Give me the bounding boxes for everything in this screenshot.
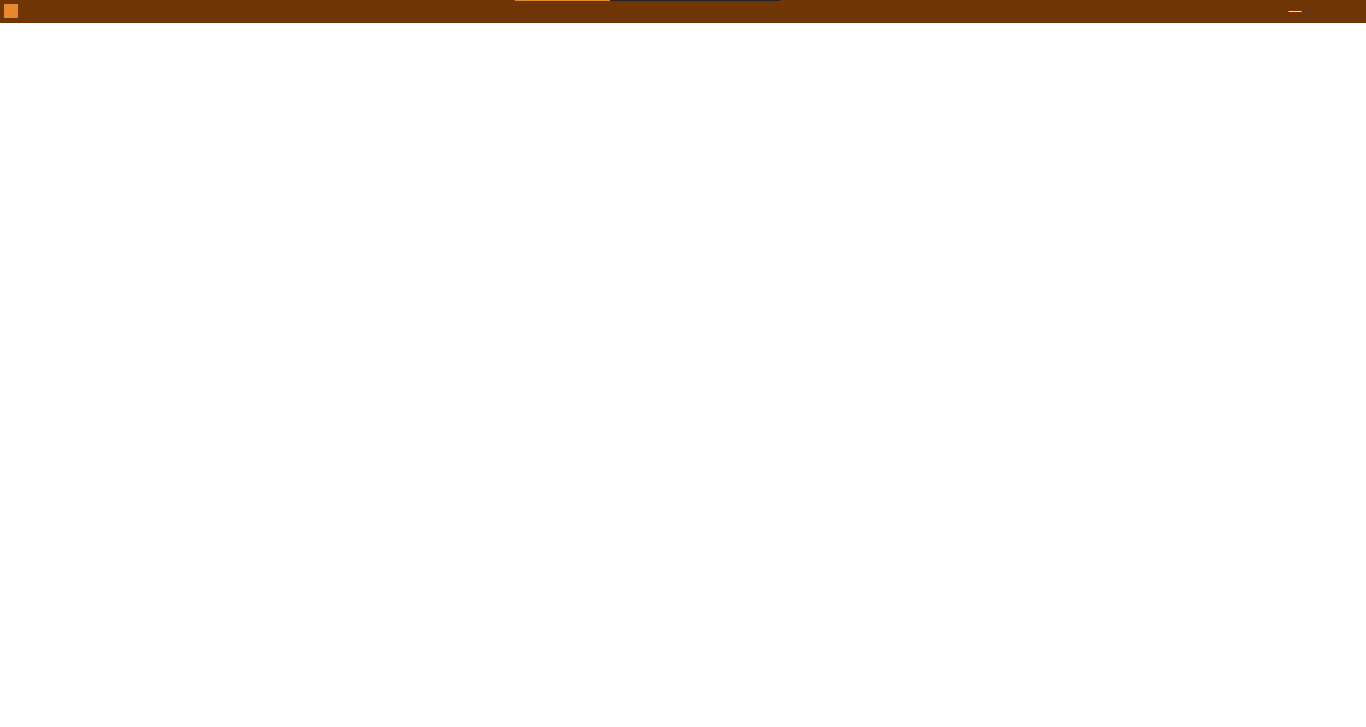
title-accent-dark xyxy=(610,0,780,1)
title-accent xyxy=(515,0,610,1)
fusion-app-icon xyxy=(4,4,18,18)
title-bar: — xyxy=(0,0,1366,23)
